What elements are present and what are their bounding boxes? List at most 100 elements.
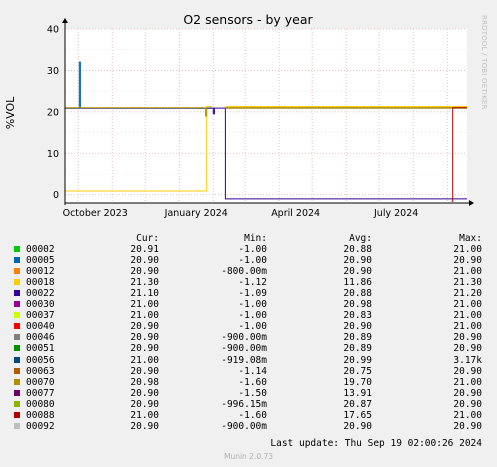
legend-cur: 21.10: [130, 288, 159, 300]
legend-avg: 20.98: [343, 299, 372, 311]
legend-name: 00030: [26, 299, 55, 311]
legend-max: 20.90: [453, 343, 482, 355]
legend-header-min: Min:: [244, 233, 267, 244]
x-tick-label: October 2023: [63, 208, 128, 219]
legend-swatch: [14, 356, 20, 363]
legend-row: 00012 20.90 -800.00m 20.90 21.00: [0, 266, 497, 277]
legend-max: 3.17k: [453, 354, 482, 366]
legend-header-cur: Cur:: [136, 233, 159, 244]
legend-cur: 20.90: [130, 420, 159, 432]
legend-cur: 20.90: [130, 321, 159, 333]
legend-cur: 20.90: [130, 332, 159, 344]
legend-avg: 19.70: [343, 376, 372, 388]
legend-name: 00088: [26, 409, 55, 421]
legend-min: -900.00m: [221, 420, 267, 432]
legend-min: -1.14: [238, 365, 267, 377]
legend-min: -1.00: [238, 244, 267, 255]
rrdtool-watermark: RRDTOOL / TOBI OETIKER: [480, 15, 488, 110]
legend-max: 21.30: [453, 277, 482, 289]
legend-swatch: [14, 422, 20, 429]
legend-max: 20.90: [453, 387, 482, 399]
legend-swatch: [14, 378, 20, 385]
legend-min: -1.09: [238, 288, 267, 300]
legend-row: 00005 20.90 -1.00 20.90 20.90: [0, 255, 497, 266]
legend-avg: 20.90: [343, 321, 372, 333]
legend-max: 21.00: [453, 266, 482, 278]
legend-name: 00012: [26, 266, 55, 278]
y-axis-arrow: [62, 18, 68, 23]
legend-avg: 20.90: [343, 255, 372, 267]
legend-swatch: [14, 323, 20, 330]
legend-name: 00092: [26, 420, 55, 432]
legend-avg: 20.83: [343, 310, 372, 322]
legend-cur: 21.00: [130, 299, 159, 311]
legend-avg: 20.88: [343, 288, 372, 300]
legend-swatch: [14, 246, 20, 252]
legend-min: -1.12: [238, 277, 267, 289]
legend-avg: 20.88: [343, 244, 372, 255]
legend-swatch: [14, 411, 20, 418]
legend-min: -1.00: [238, 255, 267, 267]
legend-avg: 20.90: [343, 266, 372, 278]
legend-avg: 20.87: [343, 398, 372, 410]
legend-max: 21.00: [453, 321, 482, 333]
legend-max: 21.00: [453, 376, 482, 388]
legend-row: 00046 20.90 -900.00m 20.89 20.90: [0, 332, 497, 343]
legend-name: 00037: [26, 310, 55, 322]
legend-avg: 20.89: [343, 332, 372, 344]
legend-name: 00070: [26, 376, 55, 388]
legend-max: 21.00: [453, 299, 482, 311]
chart: 40 30 20 10 0 October 2023 January 2024 April 2…: [4, 12, 474, 219]
legend-swatch: [14, 268, 20, 275]
munin-version: Munin 2.0.73: [223, 452, 274, 461]
x-tick-label: April 2024: [271, 208, 320, 219]
legend-max: 21.00: [453, 244, 482, 255]
legend-cur: 21.00: [130, 310, 159, 322]
legend-max: 20.90: [453, 332, 482, 344]
legend-max: 21.00: [453, 310, 482, 322]
legend-cur: 20.90: [130, 266, 159, 278]
legend-avg: 20.75: [343, 365, 372, 377]
legend-swatch: [14, 334, 20, 341]
legend-swatch: [14, 257, 20, 264]
legend-max: 20.90: [453, 255, 482, 267]
legend-avg: 13.91: [343, 387, 372, 399]
legend-row: 00092 20.90 -900.00m 20.90 20.90: [0, 421, 497, 432]
legend-cur: 20.90: [130, 398, 159, 410]
legend-cur: 21.00: [130, 409, 159, 421]
legend-name: 00063: [26, 365, 55, 377]
y-tick-label: 40: [47, 25, 59, 36]
legend-min: -1.00: [238, 310, 267, 322]
legend-cur: 21.30: [130, 277, 159, 289]
legend-min: -1.00: [238, 321, 267, 333]
legend-row: 00088 21.00 -1.60 17.65 21.00: [0, 410, 497, 421]
legend-swatch: [14, 345, 20, 352]
legend-row: 00056 21.00 -919.08m 20.99 3.17k: [0, 355, 497, 366]
legend-min: -900.00m: [221, 343, 267, 355]
legend-name: 00022: [26, 288, 55, 300]
legend-name: 00018: [26, 277, 55, 289]
legend-row: 00063 20.90 -1.14 20.75 20.90: [0, 366, 497, 377]
y-tick-label: 10: [47, 149, 59, 160]
legend-max: 20.90: [453, 398, 482, 410]
y-tick-label: 0: [53, 190, 59, 201]
legend-name: 00077: [26, 387, 55, 399]
legend-avg: 11.86: [343, 277, 372, 289]
legend-min: -996.15m: [221, 398, 267, 410]
x-axis-arrow: [469, 200, 474, 206]
legend-row: 00022 21.10 -1.09 20.88 21.20: [0, 288, 497, 299]
legend-name: 00056: [26, 354, 55, 366]
legend-cur: 20.90: [130, 365, 159, 377]
y-tick-label: 20: [47, 107, 59, 118]
legend-swatch: [14, 312, 20, 319]
legend-cur: 21.00: [130, 354, 159, 366]
legend-row: 00037 21.00 -1.00 20.83 21.00: [0, 310, 497, 321]
y-tick-label: 30: [47, 66, 59, 77]
legend-cur: 20.90: [130, 255, 159, 267]
legend-min: -1.00: [238, 299, 267, 311]
legend-header-avg: Avg:: [349, 233, 372, 244]
legend-header-max: Max:: [459, 233, 482, 244]
legend-cur: 20.90: [130, 387, 159, 399]
legend-min: -919.08m: [221, 354, 267, 366]
legend-max: 20.90: [453, 420, 482, 432]
